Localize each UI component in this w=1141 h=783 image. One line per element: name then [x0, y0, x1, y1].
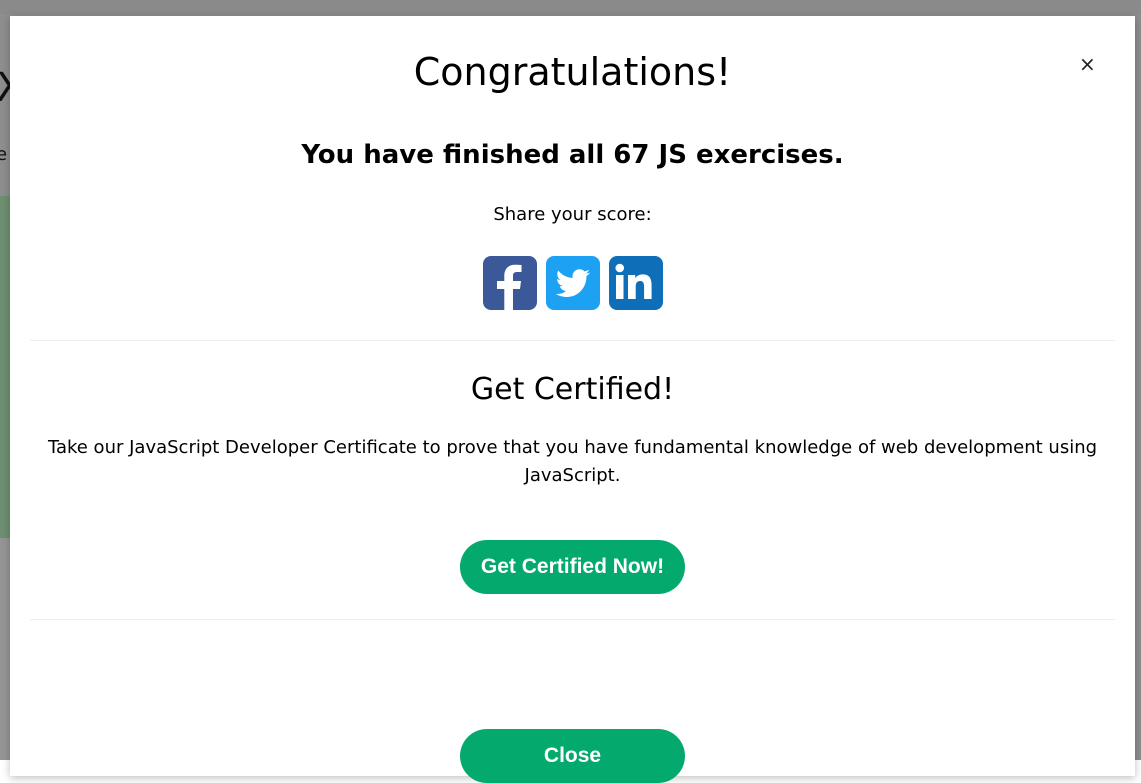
certification-description: Take our JavaScript Developer Certificat…	[47, 437, 1098, 486]
get-certified-button[interactable]: Get Certified Now!	[460, 540, 685, 594]
facebook-share-button[interactable]	[483, 256, 537, 310]
twitter-share-button[interactable]	[546, 256, 600, 310]
congratulations-modal: × Congratulations! You have finished all…	[10, 16, 1135, 783]
facebook-icon	[497, 264, 522, 310]
background-text-fragment: e	[0, 144, 8, 165]
twitter-icon	[555, 269, 590, 297]
linkedin-share-button[interactable]	[609, 256, 663, 310]
share-label: Share your score:	[493, 204, 652, 225]
social-share-buttons	[483, 256, 663, 310]
certification-title: Get Certified!	[470, 372, 675, 407]
close-button[interactable]: Close	[460, 729, 685, 783]
divider	[30, 340, 1115, 341]
divider	[30, 619, 1115, 620]
background-header	[0, 0, 1141, 14]
linkedin-icon	[615, 263, 652, 299]
modal-title: Congratulations!	[413, 50, 732, 94]
modal-subtitle: You have finished all 67 JS exercises.	[301, 140, 844, 170]
